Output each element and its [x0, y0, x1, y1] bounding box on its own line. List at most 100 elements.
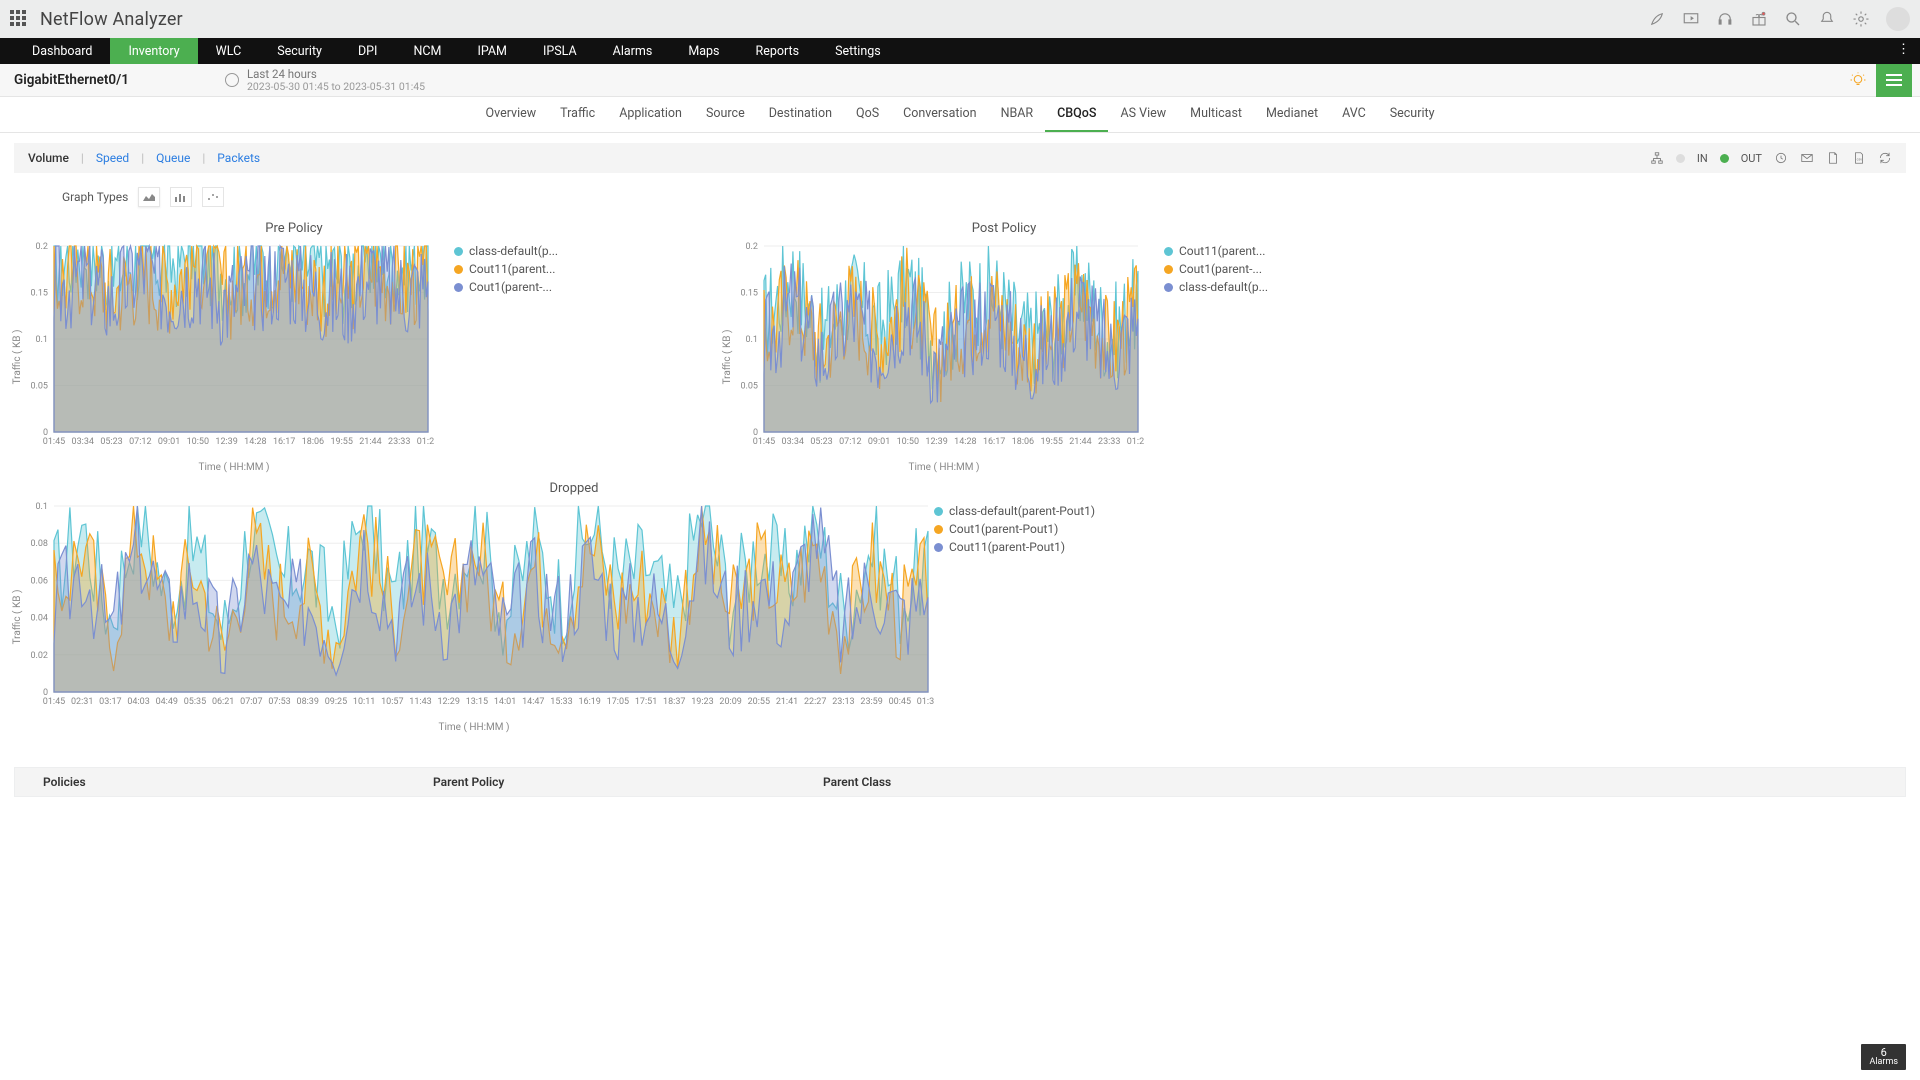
legend-item[interactable]: Cout1(parent-... — [454, 280, 574, 294]
hierarchy-icon[interactable] — [1650, 151, 1664, 165]
nav-dpi[interactable]: DPI — [340, 38, 396, 64]
legend-item[interactable]: Cout1(parent-... — [1164, 262, 1284, 276]
legend-item[interactable]: Cout11(parent... — [1164, 244, 1284, 258]
svg-text:02:31: 02:31 — [71, 697, 93, 707]
toolbar-volume[interactable]: Volume — [28, 151, 69, 165]
svg-text:15:33: 15:33 — [550, 697, 572, 707]
scatter-chart-icon[interactable] — [202, 187, 224, 207]
svg-text:21:41: 21:41 — [776, 697, 798, 707]
rocket-icon[interactable] — [1648, 10, 1666, 28]
legend-item[interactable]: class-default(p... — [1164, 280, 1284, 294]
nav-maps[interactable]: Maps — [670, 38, 737, 64]
time-range-detail: 2023-05-30 01:45 to 2023-05-31 01:45 — [247, 81, 425, 93]
nav-wlc[interactable]: WLC — [198, 38, 260, 64]
legend-item[interactable]: class-default(parent-Pout1) — [934, 504, 1134, 518]
tab-qos[interactable]: QoS — [844, 97, 891, 132]
toolbar-queue[interactable]: Queue — [156, 151, 190, 165]
toolbar-speed[interactable]: Speed — [96, 151, 129, 165]
tab-conversation[interactable]: Conversation — [891, 97, 988, 132]
schedule-icon[interactable] — [1774, 151, 1788, 165]
svg-text:10:11: 10:11 — [353, 697, 375, 707]
legend-item[interactable]: Cout11(parent-Pout1) — [934, 540, 1134, 554]
col-parent-policy[interactable]: Parent Policy — [405, 775, 795, 789]
legend-swatch — [454, 247, 463, 256]
svg-text:23:33: 23:33 — [388, 437, 410, 447]
side-menu-toggle[interactable] — [1876, 64, 1912, 97]
tab-security[interactable]: Security — [1378, 97, 1447, 132]
x-axis-label: Time ( HH:MM ) — [724, 462, 1164, 473]
area-chart-icon[interactable] — [138, 187, 160, 207]
pdf-export-icon[interactable] — [1826, 151, 1840, 165]
svg-text:01:45: 01:45 — [753, 437, 775, 447]
search-icon[interactable] — [1784, 10, 1802, 28]
svg-text:0.05: 0.05 — [30, 382, 48, 392]
tab-traffic[interactable]: Traffic — [548, 97, 607, 132]
csv-export-icon[interactable]: csv — [1852, 151, 1866, 165]
svg-text:03:34: 03:34 — [782, 437, 804, 447]
legend-item[interactable]: class-default(p... — [454, 244, 574, 258]
time-range[interactable]: Last 24 hours 2023-05-30 01:45 to 2023-0… — [225, 68, 425, 92]
nav-security[interactable]: Security — [259, 38, 340, 64]
tab-destination[interactable]: Destination — [757, 97, 844, 132]
legend-item[interactable]: Cout11(parent... — [454, 262, 574, 276]
apps-grid-icon[interactable] — [10, 10, 28, 28]
refresh-icon[interactable] — [1878, 151, 1892, 165]
col-policies[interactable]: Policies — [15, 775, 405, 789]
tab-medianet[interactable]: Medianet — [1254, 97, 1330, 132]
tab-as-view[interactable]: AS View — [1108, 97, 1178, 132]
user-avatar[interactable] — [1886, 7, 1910, 31]
tab-nbar[interactable]: NBAR — [989, 97, 1046, 132]
nav-settings[interactable]: Settings — [817, 38, 899, 64]
tab-multicast[interactable]: Multicast — [1178, 97, 1254, 132]
svg-text:20:09: 20:09 — [719, 697, 741, 707]
nav-ncm[interactable]: NCM — [395, 38, 459, 64]
bell-icon[interactable] — [1818, 10, 1836, 28]
nav-dashboard[interactable]: Dashboard — [14, 38, 110, 64]
svg-text:05:35: 05:35 — [184, 697, 206, 707]
svg-text:01:22: 01:22 — [417, 437, 434, 447]
svg-text:10:50: 10:50 — [187, 437, 209, 447]
chart-post-policy: Post Policy Traffic ( KB )00.050.10.150.… — [724, 213, 1284, 473]
legend-label: class-default(p... — [1179, 280, 1268, 294]
svg-text:18:06: 18:06 — [1012, 437, 1034, 447]
nav-reports[interactable]: Reports — [738, 38, 818, 64]
svg-text:0.15: 0.15 — [30, 289, 48, 299]
nav-ipam[interactable]: IPAM — [459, 38, 525, 64]
svg-text:08:39: 08:39 — [297, 697, 319, 707]
col-parent-class[interactable]: Parent Class — [795, 775, 1905, 789]
bar-chart-icon[interactable] — [170, 187, 192, 207]
legend-label: Cout1(parent-... — [1179, 262, 1262, 276]
gear-icon[interactable] — [1852, 10, 1870, 28]
nav-ipsla[interactable]: IPSLA — [525, 38, 595, 64]
kebab-icon[interactable]: ⋮ — [1897, 42, 1910, 57]
nav-alarms[interactable]: Alarms — [595, 38, 671, 64]
svg-text:0.2: 0.2 — [36, 242, 49, 252]
gift-icon[interactable] — [1750, 10, 1768, 28]
screen-icon[interactable] — [1682, 10, 1700, 28]
insights-icon[interactable] — [1840, 64, 1876, 97]
svg-text:04:03: 04:03 — [127, 697, 149, 707]
svg-text:22:27: 22:27 — [804, 697, 826, 707]
svg-text:14:28: 14:28 — [244, 437, 266, 447]
headset-icon[interactable] — [1716, 10, 1734, 28]
legend: class-default(p... Cout11(parent... Cout1(… — [454, 240, 574, 473]
svg-text:19:55: 19:55 — [330, 437, 352, 447]
svg-text:14:01: 14:01 — [494, 697, 516, 707]
svg-text:11:43: 11:43 — [409, 697, 431, 707]
legend: Cout11(parent... Cout1(parent-... class-de… — [1164, 240, 1284, 473]
graph-types-label: Graph Types — [62, 190, 128, 204]
tab-overview[interactable]: Overview — [474, 97, 549, 132]
tab-cbqos[interactable]: CBQoS — [1045, 97, 1108, 132]
out-indicator-dot — [1720, 154, 1729, 163]
tab-application[interactable]: Application — [607, 97, 694, 132]
toolbar-packets[interactable]: Packets — [217, 151, 260, 165]
alarms-badge[interactable]: 6 Alarms — [1861, 1044, 1906, 1070]
tab-avc[interactable]: AVC — [1330, 97, 1378, 132]
legend-item[interactable]: Cout1(parent-Pout1) — [934, 522, 1134, 536]
tab-source[interactable]: Source — [694, 97, 757, 132]
nav-inventory[interactable]: Inventory — [110, 38, 197, 64]
svg-text:03:17: 03:17 — [99, 697, 121, 707]
content: Graph Types Pre Policy Traffic ( KB )00.… — [0, 173, 1920, 753]
email-icon[interactable] — [1800, 151, 1814, 165]
y-axis-label: Traffic ( KB ) — [12, 329, 23, 384]
